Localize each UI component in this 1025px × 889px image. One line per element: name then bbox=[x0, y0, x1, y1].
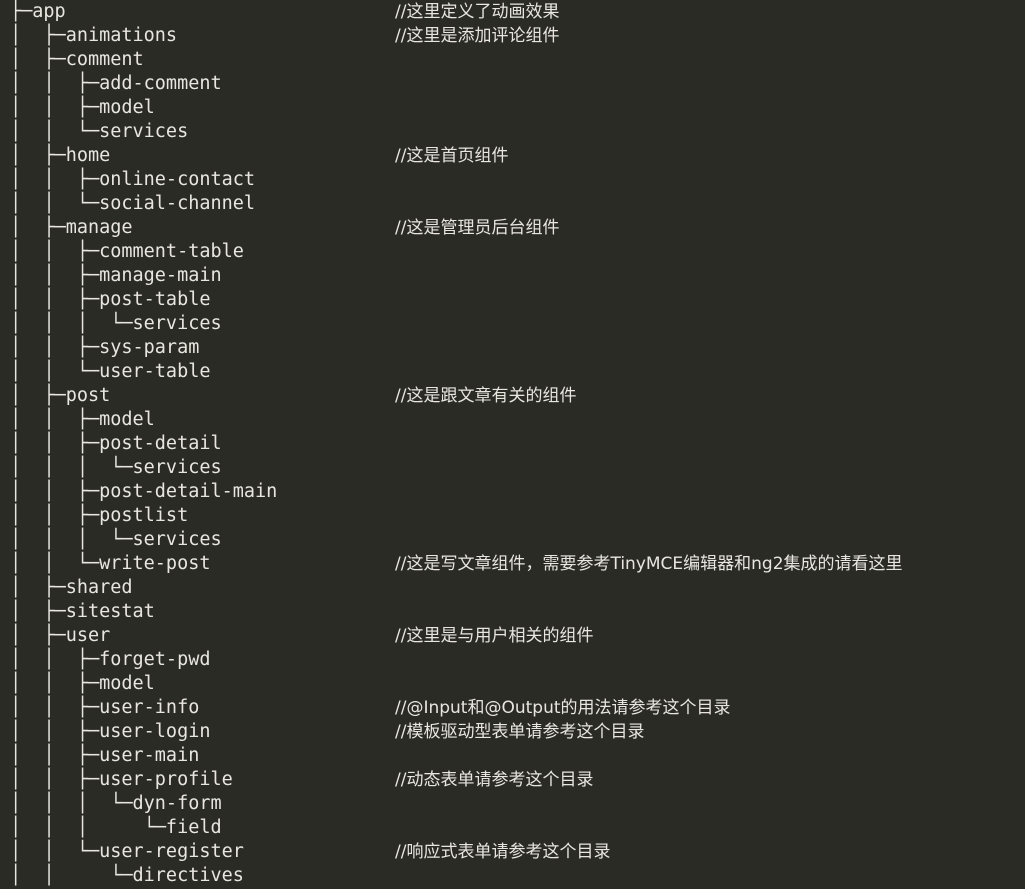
tree-node-path: │ │ ├─user-main bbox=[10, 745, 200, 766]
tree-row: │ │ ├─user-main bbox=[0, 744, 1025, 768]
tree-row: │ │ ├─user-login //模板驱动型表单请参考这个目录 bbox=[0, 720, 1025, 744]
tree-node-path: │ │ └─user-register bbox=[10, 841, 244, 862]
tree-node-path: │ │ ├─post-detail bbox=[10, 433, 222, 454]
tree-node-comment: //响应式表单请参考这个目录 bbox=[395, 842, 611, 862]
tree-row: │ │ ├─forget-pwd bbox=[0, 648, 1025, 672]
tree-row: │ │ ├─user-info //@Input和@Output的用法请参考这个目… bbox=[0, 696, 1025, 720]
tree-row: │ │ ├─post-detail bbox=[0, 432, 1025, 456]
tree-node-comment: //这是首页组件 bbox=[395, 146, 509, 166]
tree-row: │ │ └─user-register //响应式表单请参考这个目录 bbox=[0, 840, 1025, 864]
directory-tree-view: ├─app //这里定义了动画效果 │ ├─animations //这里是添加评论组… bbox=[0, 0, 1025, 889]
tree-row: │ │ ├─online-contact bbox=[0, 168, 1025, 192]
tree-node-path: │ ├─home bbox=[10, 145, 111, 166]
tree-row: │ ├─home //这是首页组件 bbox=[0, 144, 1025, 168]
tree-row: │ ├─manage //这是管理员后台组件 bbox=[0, 216, 1025, 240]
tree-row: │ │ │ └─dyn-form bbox=[0, 792, 1025, 816]
tree-row: │ │ │ └─field bbox=[0, 816, 1025, 840]
tree-node-path: │ │ └─services bbox=[10, 121, 189, 142]
tree-row: │ │ │ └─services bbox=[0, 312, 1025, 336]
tree-row: │ ├─user //这里是与用户相关的组件 bbox=[0, 624, 1025, 648]
tree-node-path: │ ├─animations bbox=[10, 25, 178, 46]
tree-node-path: │ │ ├─manage-main bbox=[10, 265, 222, 286]
tree-row: │ │ └─write-post //这是写文章组件，需要参考TinyMCE编辑器… bbox=[0, 552, 1025, 576]
tree-node-path: │ │ └─social-channel bbox=[10, 193, 256, 214]
tree-row: │ │ └─directives bbox=[0, 864, 1025, 888]
tree-node-path: │ │ └─directives bbox=[10, 865, 244, 886]
tree-node-path: │ │ └─write-post bbox=[10, 553, 211, 574]
tree-node-path: │ ├─manage bbox=[10, 217, 133, 238]
tree-node-path: │ │ ├─model bbox=[10, 409, 155, 430]
tree-node-comment: //这里是与用户相关的组件 bbox=[395, 626, 594, 646]
tree-row: │ │ ├─comment-table bbox=[0, 240, 1025, 264]
tree-row: │ │ ├─user-profile //动态表单请参考这个目录 bbox=[0, 768, 1025, 792]
tree-node-path: │ │ ├─add-comment bbox=[10, 73, 222, 94]
tree-row: │ ├─animations //这里是添加评论组件 bbox=[0, 24, 1025, 48]
tree-node-path: │ ├─post bbox=[10, 385, 111, 406]
tree-node-path: │ │ │ └─services bbox=[10, 457, 222, 478]
tree-node-path: │ │ ├─user-info bbox=[10, 697, 200, 718]
tree-node-path: │ │ ├─comment-table bbox=[10, 241, 244, 262]
tree-row: │ │ │ └─services bbox=[0, 528, 1025, 552]
tree-node-path: │ │ │ └─services bbox=[10, 529, 222, 550]
tree-node-path: │ ├─comment bbox=[10, 49, 144, 70]
tree-row: │ │ ├─post-detail-main bbox=[0, 480, 1025, 504]
tree-row: │ │ └─services bbox=[0, 120, 1025, 144]
tree-row: │ ├─comment bbox=[0, 48, 1025, 72]
tree-node-path: │ │ ├─post-detail-main bbox=[10, 481, 278, 502]
tree-node-path: │ ├─sitestat bbox=[10, 601, 155, 622]
tree-row: │ │ ├─sys-param bbox=[0, 336, 1025, 360]
tree-node-path: │ │ ├─model bbox=[10, 97, 155, 118]
tree-row: │ │ ├─post-table bbox=[0, 288, 1025, 312]
tree-node-path: │ │ ├─postlist bbox=[10, 505, 189, 526]
tree-node-comment: //动态表单请参考这个目录 bbox=[395, 770, 594, 790]
tree-node-path: │ │ │ └─services bbox=[10, 313, 222, 334]
tree-row: │ │ ├─model bbox=[0, 672, 1025, 696]
tree-node-path: │ │ │ └─field bbox=[10, 817, 222, 838]
tree-row: │ │ └─user-table bbox=[0, 360, 1025, 384]
tree-node-path: │ │ ├─online-contact bbox=[10, 169, 256, 190]
tree-node-comment: //这是管理员后台组件 bbox=[395, 218, 560, 238]
tree-node-comment: //这里是添加评论组件 bbox=[395, 26, 560, 46]
tree-row: │ ├─shared bbox=[0, 576, 1025, 600]
tree-row: │ │ │ └─services bbox=[0, 456, 1025, 480]
tree-node-comment: //模板驱动型表单请参考这个目录 bbox=[395, 722, 645, 742]
tree-node-path: │ │ ├─model bbox=[10, 673, 155, 694]
tree-node-path: │ │ ├─user-login bbox=[10, 721, 211, 742]
tree-row: │ │ ├─model bbox=[0, 408, 1025, 432]
tree-row: │ │ ├─add-comment bbox=[0, 72, 1025, 96]
tree-node-path: │ │ │ └─dyn-form bbox=[10, 793, 222, 814]
tree-row: │ │ └─social-channel bbox=[0, 192, 1025, 216]
tree-node-path: │ │ ├─forget-pwd bbox=[10, 649, 211, 670]
tree-row: │ ├─sitestat bbox=[0, 600, 1025, 624]
tree-row: ├─app //这里定义了动画效果 bbox=[0, 0, 1025, 24]
tree-node-path: │ │ └─user-table bbox=[10, 361, 211, 382]
tree-node-path: │ │ ├─sys-param bbox=[10, 337, 200, 358]
tree-node-path: ├─app bbox=[10, 1, 66, 22]
tree-node-path: │ ├─shared bbox=[10, 577, 133, 598]
tree-row: │ ├─post //这是跟文章有关的组件 bbox=[0, 384, 1025, 408]
tree-node-comment: //这是跟文章有关的组件 bbox=[395, 386, 577, 406]
tree-row: │ │ ├─postlist bbox=[0, 504, 1025, 528]
tree-node-path: │ ├─user bbox=[10, 625, 111, 646]
tree-node-comment: //这里定义了动画效果 bbox=[395, 2, 560, 22]
tree-row: │ │ ├─manage-main bbox=[0, 264, 1025, 288]
tree-node-comment: //这是写文章组件，需要参考TinyMCE编辑器和ng2集成的请看这里 bbox=[395, 554, 903, 574]
tree-row: │ │ ├─model bbox=[0, 96, 1025, 120]
tree-node-path: │ │ ├─user-profile bbox=[10, 769, 233, 790]
tree-node-comment: //@Input和@Output的用法请参考这个目录 bbox=[395, 698, 731, 718]
tree-node-path: │ │ ├─post-table bbox=[10, 289, 211, 310]
